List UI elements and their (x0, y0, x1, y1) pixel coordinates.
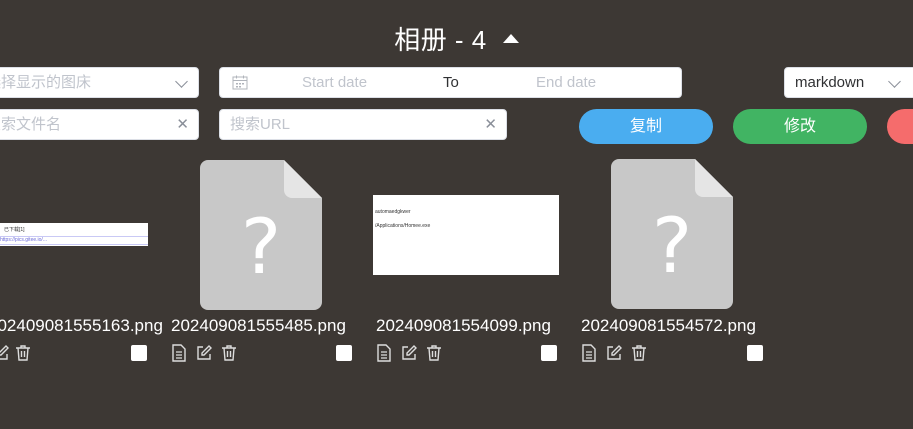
edit-icon[interactable] (400, 344, 418, 362)
image-filename: 202409081554099.png (376, 316, 551, 335)
gallery-select[interactable]: 选择显示的图床 (0, 67, 199, 98)
copy-button[interactable]: 复制 (579, 109, 713, 144)
start-date-input[interactable]: Start date (302, 68, 367, 97)
edit-button[interactable]: 修改 (733, 109, 867, 144)
filename-search-input[interactable]: 搜索文件名 ✕ (0, 109, 199, 140)
svg-text:?: ? (652, 201, 692, 290)
edit-icon[interactable] (195, 344, 213, 362)
format-select[interactable]: markdown (784, 67, 913, 98)
url-search-placeholder: 搜索URL (230, 116, 291, 133)
image-filename: 202409081555163.png (0, 316, 163, 335)
url-search-input[interactable]: 搜索URL ✕ (219, 109, 507, 140)
unknown-file-icon[interactable]: ? (611, 159, 733, 309)
clear-icon[interactable]: ✕ (176, 110, 189, 139)
filename-search-placeholder: 搜索文件名 (0, 116, 62, 133)
clear-icon[interactable]: ✕ (484, 110, 497, 139)
document-icon[interactable] (580, 344, 598, 362)
image-thumbnail[interactable]: 已下载[1] https://pics.gitee.io/... (0, 223, 148, 246)
trash-icon[interactable] (14, 344, 32, 362)
image-actions (580, 344, 760, 362)
thumbnail-text: https://pics.gitee.io/... (0, 237, 47, 243)
select-checkbox[interactable] (336, 345, 352, 361)
unknown-file-icon[interactable]: ? (200, 160, 322, 310)
format-select-value: markdown (795, 74, 865, 91)
image-actions (0, 344, 148, 362)
edit-icon[interactable] (605, 344, 623, 362)
document-icon[interactable] (375, 344, 393, 362)
image-actions (170, 344, 350, 362)
gallery-select-placeholder: 选择显示的图床 (0, 74, 92, 91)
chevron-down-icon (175, 75, 188, 88)
trash-icon[interactable] (425, 344, 443, 362)
chevron-down-icon (888, 75, 901, 88)
date-separator: To (443, 74, 459, 91)
trash-icon[interactable] (220, 344, 238, 362)
collapse-caret-icon[interactable] (502, 34, 519, 43)
image-filename: 202409081555485.png (171, 316, 346, 335)
trash-icon[interactable] (630, 344, 648, 362)
album-title: 相册 - 4 (394, 25, 487, 55)
document-icon[interactable] (170, 344, 188, 362)
image-actions (375, 344, 555, 362)
thumbnail-text: 已下载[1] (4, 227, 25, 233)
delete-button[interactable] (887, 109, 913, 144)
svg-text:?: ? (241, 202, 281, 291)
select-checkbox[interactable] (747, 345, 763, 361)
image-filename: 202409081554572.png (581, 316, 756, 335)
thumbnail-text: /Applications/Homee.exe (375, 223, 431, 229)
thumbnail-text: automaedgkwer (375, 209, 411, 215)
image-thumbnail[interactable]: automaedgkwer /Applications/Homee.exe (373, 195, 559, 275)
page-title: 相册 - 4 (0, 20, 913, 57)
select-checkbox[interactable] (131, 345, 147, 361)
date-range-picker[interactable]: Start date To End date (219, 67, 682, 98)
calendar-icon (232, 75, 248, 90)
end-date-input[interactable]: End date (536, 68, 596, 97)
edit-icon[interactable] (0, 344, 10, 362)
select-checkbox[interactable] (541, 345, 557, 361)
